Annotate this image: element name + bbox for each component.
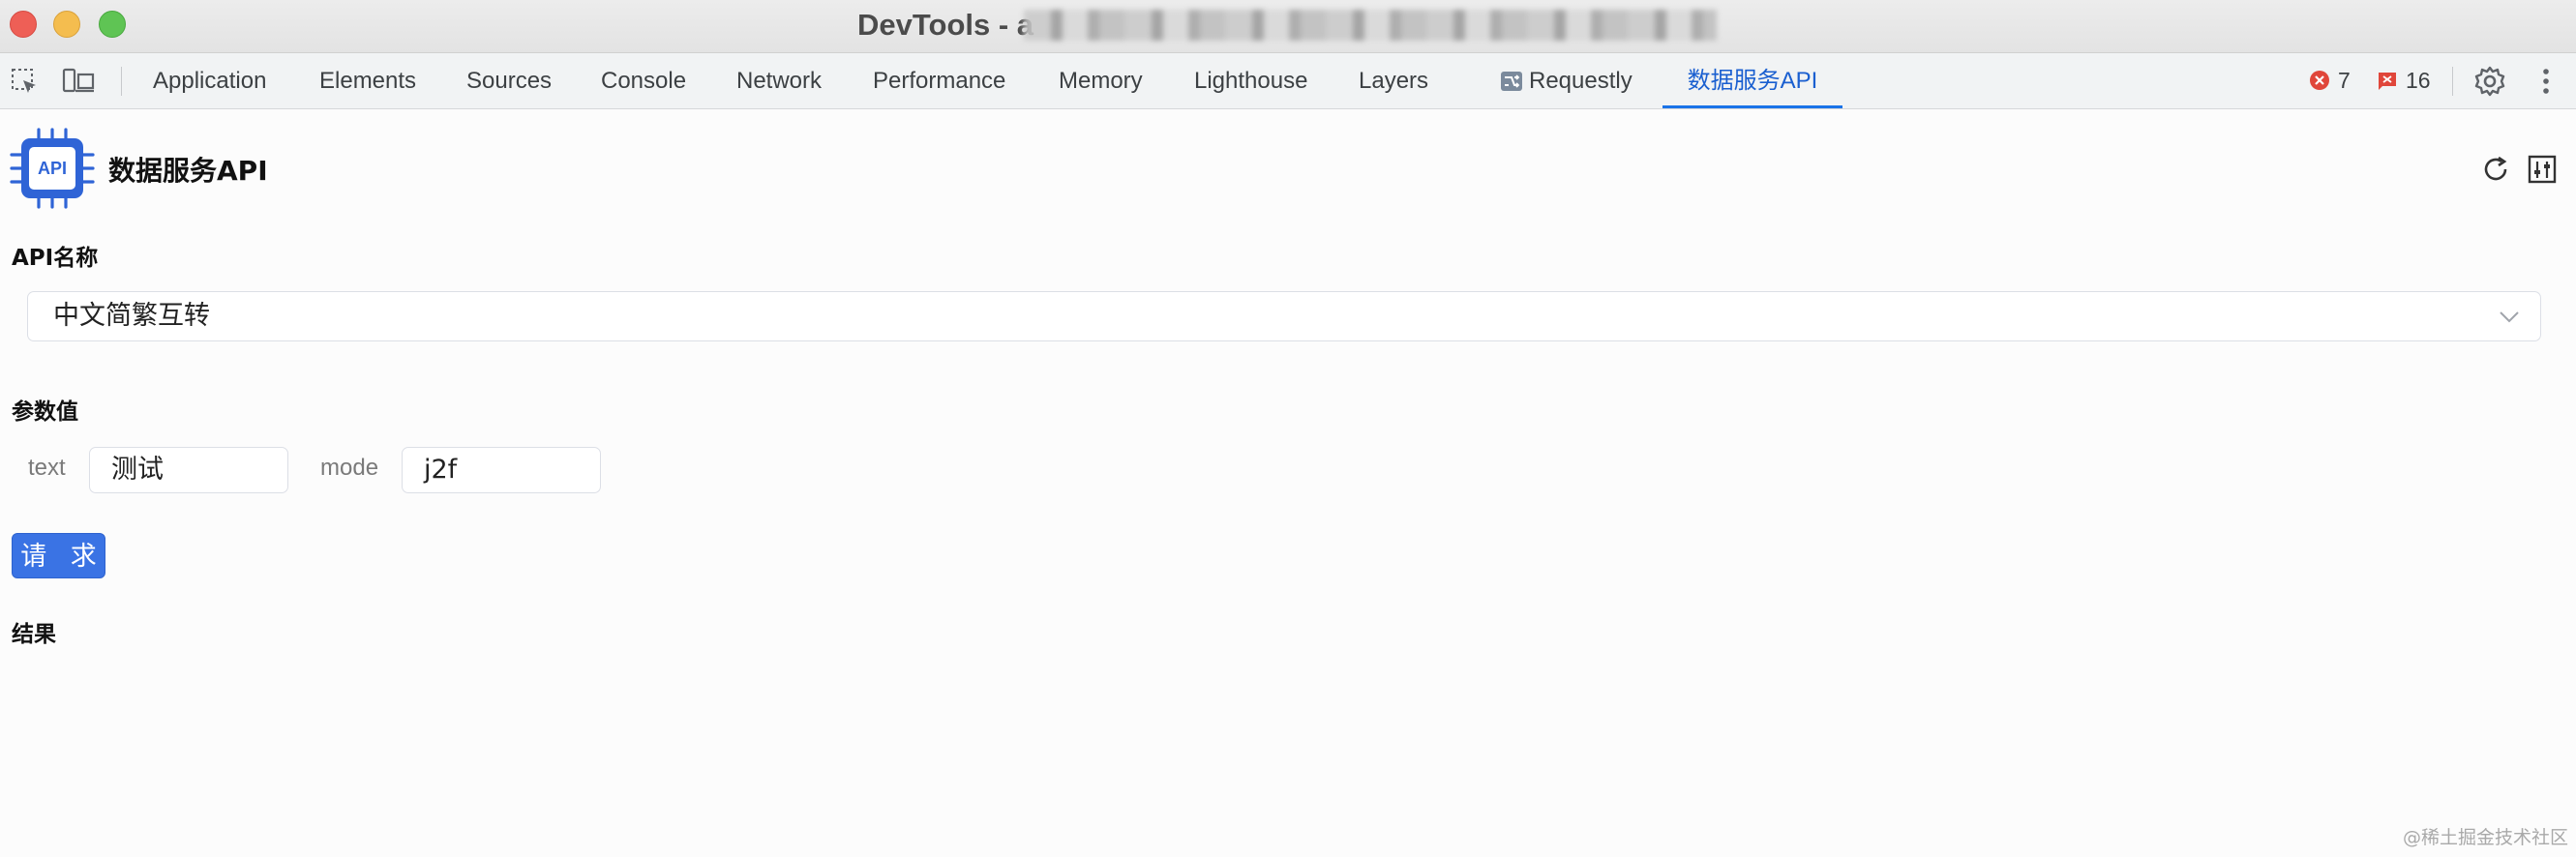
devtools-toolbar: Application Elements Sources Console Net… bbox=[0, 53, 2576, 109]
result-label: 结果 bbox=[12, 622, 56, 647]
settings-sliders-icon[interactable] bbox=[2526, 153, 2559, 186]
api-name-select[interactable]: 中文简繁互转 bbox=[27, 291, 2541, 341]
inspect-element-icon[interactable] bbox=[8, 65, 41, 98]
refresh-icon[interactable] bbox=[2479, 153, 2512, 186]
logo-text: API bbox=[37, 159, 67, 178]
error-icon bbox=[2309, 56, 2330, 111]
window-maximize-button[interactable] bbox=[99, 11, 126, 38]
tab-performance[interactable]: Performance bbox=[873, 53, 1005, 108]
api-name-label: API名称 bbox=[12, 246, 99, 271]
param-mode-label: mode bbox=[320, 455, 379, 481]
device-toolbar-icon[interactable] bbox=[62, 65, 95, 98]
api-chip-logo: API bbox=[10, 126, 95, 211]
tab-lighthouse[interactable]: Lighthouse bbox=[1194, 53, 1307, 108]
tab-sources[interactable]: Sources bbox=[466, 53, 552, 108]
api-name-select-value: 中文简繁互转 bbox=[53, 301, 210, 331]
issues-flag-icon bbox=[2377, 56, 2398, 111]
tab-elements[interactable]: Elements bbox=[319, 53, 416, 108]
error-counter[interactable]: 7 bbox=[2309, 53, 2351, 108]
watermark: @稀土掘金技术社区 bbox=[2402, 827, 2568, 848]
tab-layers[interactable]: Layers bbox=[1359, 53, 1428, 108]
tab-requestly-label: Requestly bbox=[1529, 68, 1632, 94]
param-mode-input[interactable]: j2f bbox=[402, 447, 601, 493]
window-minimize-button[interactable] bbox=[53, 11, 80, 38]
window-close-button[interactable] bbox=[10, 11, 37, 38]
tab-data-service-api[interactable]: 数据服务API bbox=[1662, 53, 1842, 108]
param-text-input[interactable]: 测试 bbox=[89, 447, 288, 493]
chevron-down-icon bbox=[2498, 305, 2521, 333]
tab-application[interactable]: Application bbox=[153, 53, 266, 108]
issues-counter[interactable]: 16 bbox=[2377, 53, 2431, 108]
panel-title: 数据服务API bbox=[108, 155, 268, 187]
tab-console[interactable]: Console bbox=[601, 53, 686, 108]
requestly-icon bbox=[1500, 57, 1523, 112]
tab-requestly[interactable]: Requestly bbox=[1500, 53, 1632, 108]
issues-count: 16 bbox=[2406, 68, 2431, 93]
window-title: DevTools - a bbox=[857, 8, 1034, 42]
redacted-url-block bbox=[1024, 10, 1717, 41]
tab-network[interactable]: Network bbox=[736, 53, 822, 108]
window-titlebar: DevTools - a bbox=[0, 0, 2576, 53]
request-button[interactable]: 请 求 bbox=[12, 533, 105, 578]
params-label: 参数值 bbox=[12, 399, 78, 425]
toolbar-divider bbox=[121, 67, 122, 96]
toolbar-divider-right bbox=[2452, 67, 2453, 96]
param-text-label: text bbox=[28, 455, 66, 481]
tab-memory[interactable]: Memory bbox=[1059, 53, 1143, 108]
gear-icon[interactable] bbox=[2473, 65, 2506, 98]
more-menu-icon[interactable] bbox=[2530, 65, 2562, 98]
error-count: 7 bbox=[2338, 68, 2351, 93]
